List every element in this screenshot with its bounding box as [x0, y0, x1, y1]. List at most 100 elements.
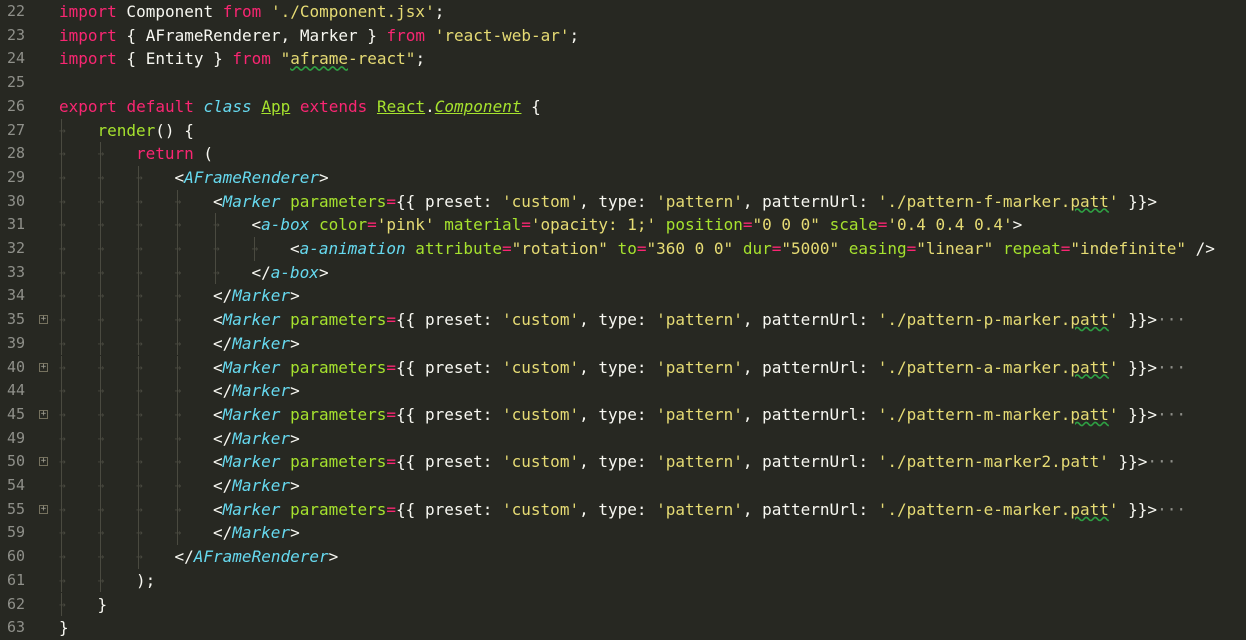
tab-marker-icon: →	[136, 360, 143, 374]
tab-marker-icon: →	[136, 384, 143, 398]
code-line[interactable]: 60 → → → </AFrameRenderer>	[0, 545, 1246, 569]
code-token: a-animation	[299, 239, 406, 258]
code-token: import	[59, 49, 117, 69]
code-text[interactable]: import Component from './Component.jsx';	[59, 0, 444, 24]
code-text[interactable]: render() {	[98, 119, 194, 143]
code-line[interactable]: 62 →}	[0, 592, 1246, 617]
code-token: './pattern-e-marker.	[877, 499, 1071, 519]
code-line[interactable]: 40 + → → → → <Marker parameters={{ preset: 'cu…	[0, 355, 1246, 380]
code-line[interactable]: 59 → → → → </Marker>	[0, 521, 1246, 546]
code-line[interactable]: 49 → → → → </Marker>	[0, 426, 1246, 451]
code-line[interactable]: 54 → → → → </Marker>	[0, 474, 1246, 498]
code-text[interactable]: <Marker parameters={{ preset: 'custom', …	[213, 356, 1186, 380]
code-line[interactable]: 39 → → → → </Marker>	[0, 331, 1246, 356]
code-text[interactable]: </Marker>	[213, 379, 300, 403]
code-line[interactable]: 22 import Component from './Component.jsx…	[0, 0, 1246, 24]
code-text[interactable]: <a-box color='pink' material='opacity: 1…	[252, 213, 1023, 237]
fold-expand-icon[interactable]: +	[39, 457, 48, 467]
code-line[interactable]: 25	[0, 71, 1246, 95]
code-token: >	[290, 333, 300, 353]
code-line[interactable]: 31 → → → → → <a-box color='pink' material='opa…	[0, 213, 1246, 237]
code-line[interactable]: 24 import { Entity } from "aframe-react";	[0, 47, 1246, 71]
code-token: 'pattern'	[656, 310, 743, 330]
code-line[interactable]: 45 + → → → → <Marker parameters={{ preset: 'cu…	[0, 402, 1246, 427]
code-text[interactable]: <a-animation attribute="rotation" to="36…	[290, 237, 1215, 261]
code-text[interactable]: </Marker>	[213, 332, 300, 356]
tab-marker-icon: →	[213, 218, 220, 232]
code-text[interactable]: <AFrameRenderer>	[175, 166, 329, 190]
tab-marker-icon: →	[136, 431, 143, 445]
tab-marker-icon: →	[136, 265, 143, 279]
code-text[interactable]: import { Entity } from "aframe-react";	[59, 47, 425, 71]
code-text[interactable]: </AFrameRenderer>	[175, 545, 339, 569]
code-token: =	[1060, 239, 1071, 258]
tab-marker-icon: →	[59, 123, 66, 137]
code-token: >	[1012, 215, 1023, 235]
code-token: =	[521, 215, 531, 235]
tab-marker-icon: →	[97, 265, 105, 279]
code-line[interactable]: 29 → → → <AFrameRenderer>	[0, 165, 1246, 190]
tab-marker-icon: →	[174, 194, 182, 208]
code-text[interactable]: }	[98, 593, 108, 617]
code-text[interactable]: <Marker parameters={{ preset: 'custom', …	[213, 190, 1157, 214]
code-text[interactable]: <Marker parameters={{ preset: 'custom', …	[213, 308, 1186, 332]
code-token: parameters	[290, 452, 387, 472]
code-line[interactable]: 30 → → → → <Marker parameters={{ preset: 'cus…	[0, 189, 1246, 214]
line-number: 34	[7, 286, 26, 305]
code-text[interactable]: <Marker parameters={{ preset: 'custom', …	[213, 450, 1176, 474]
code-line[interactable]: 33 → → → → → </a-box>	[0, 260, 1246, 285]
code-token: }}>	[1108, 452, 1148, 472]
code-token: './Component.jsx'	[270, 2, 435, 21]
code-line[interactable]: 27 → render() {	[0, 118, 1246, 143]
code-token: to	[617, 239, 637, 258]
fold-expand-icon[interactable]: +	[39, 504, 48, 514]
code-token: "360 0 0"	[646, 239, 734, 258]
code-line[interactable]: 28 → → return (	[0, 142, 1246, 166]
code-token: render	[97, 120, 156, 140]
code-editor[interactable]: 22 import Component from './Component.jsx…	[0, 0, 1246, 638]
code-line[interactable]: 44 → → → → </Marker>	[0, 379, 1246, 403]
code-line[interactable]: 35 + → → → → <Marker parameters={{ preset: 'cu…	[0, 308, 1246, 332]
code-line[interactable]: 26 export default class App extends React…	[0, 95, 1246, 119]
code-line[interactable]: 50 + → → → → <Marker parameters={{ preset: 'cu…	[0, 450, 1246, 474]
code-text[interactable]: <Marker parameters={{ preset: 'custom', …	[213, 403, 1186, 427]
code-text[interactable]: </a-box>	[252, 261, 329, 285]
code-line[interactable]: 55 + → → → → <Marker parameters={{ preset: 'cu…	[0, 497, 1246, 522]
tab-marker-icon: →	[136, 336, 143, 350]
code-text[interactable]: export default class App extends React.C…	[59, 95, 541, 119]
code-token: }	[59, 618, 69, 638]
code-token: <	[251, 215, 262, 235]
code-line[interactable]: 61 → →);	[0, 568, 1246, 593]
code-text[interactable]: }	[59, 616, 69, 640]
code-token: </	[174, 547, 194, 567]
code-line[interactable]: 23 import { AFrameRenderer, Marker } from…	[0, 24, 1246, 48]
code-line[interactable]: 34 → → → → </Marker>	[0, 284, 1246, 309]
code-text[interactable]: <Marker parameters={{ preset: 'custom', …	[213, 498, 1186, 522]
code-text[interactable]: </Marker>	[213, 521, 300, 545]
code-text[interactable]: </Marker>	[213, 284, 300, 308]
code-token: 'pink'	[376, 215, 435, 235]
code-text[interactable]: </Marker>	[213, 427, 300, 451]
code-line[interactable]: 63}	[0, 616, 1246, 640]
fold-expand-icon[interactable]: +	[39, 362, 48, 372]
fold-expand-icon[interactable]: +	[39, 315, 48, 325]
code-text[interactable]: import { AFrameRenderer, Marker } from '…	[59, 24, 579, 48]
code-token: Marker	[232, 333, 291, 353]
code-text[interactable]: );	[136, 569, 155, 593]
tab-marker-icon: →	[174, 265, 182, 279]
fold-expand-icon[interactable]: +	[39, 409, 48, 419]
code-text[interactable]: </Marker>	[213, 474, 300, 498]
code-token: 'react-web-ar'	[434, 25, 570, 45]
code-token: patt	[1070, 310, 1109, 330]
code-line[interactable]: 32 → → → → → → <a-animation attribute="rotation…	[0, 237, 1246, 261]
code-token: patt	[1070, 191, 1109, 211]
code-token: ;	[569, 25, 580, 45]
code-token: ···	[1157, 357, 1186, 377]
code-text[interactable]: return (	[136, 142, 213, 166]
